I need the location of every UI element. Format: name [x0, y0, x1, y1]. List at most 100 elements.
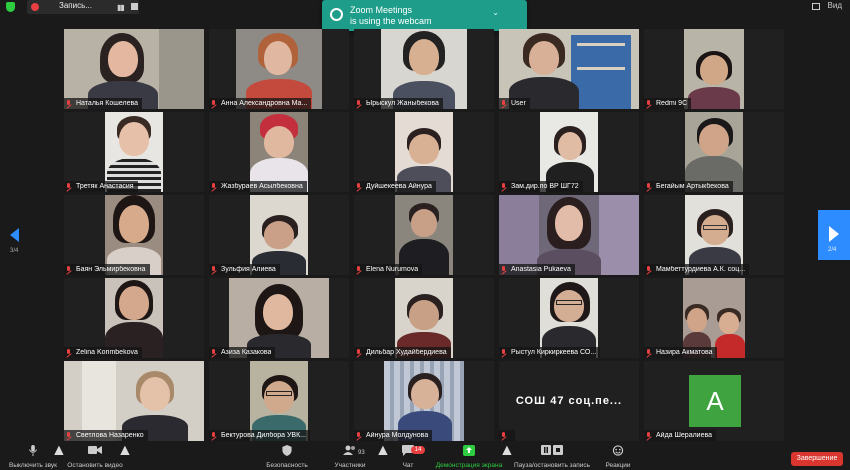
- video-tile[interactable]: Бегайым Артыкбекова: [644, 112, 784, 192]
- video-tile[interactable]: Дуйшекеева Айнура: [354, 112, 494, 192]
- video-tile[interactable]: Светлова Назаренко: [64, 361, 204, 441]
- participant-name: Анна Александровна Ма...: [221, 100, 308, 107]
- participant-name: Бектурова Дилбора УВК...: [221, 432, 306, 439]
- participant-name-bar: Назира Акматова: [644, 347, 717, 358]
- end-meeting-button[interactable]: Завершение: [791, 452, 843, 466]
- mic-muted-icon: [501, 432, 507, 439]
- chevron-left-icon: [10, 228, 19, 242]
- participant-name-bar: Бегайым Артыкбекова: [644, 181, 733, 192]
- stop-icon[interactable]: [131, 3, 138, 10]
- chevron-down-icon[interactable]: ⌄: [492, 8, 499, 17]
- video-tile[interactable]: Жазбураев Асылбековна: [209, 112, 349, 192]
- mic-muted-icon: [66, 100, 72, 107]
- mic-muted-icon: [211, 432, 217, 439]
- participant-name-bar: Анна Александровна Ма...: [209, 98, 312, 109]
- video-tile[interactable]: Наталья Кошелева: [64, 29, 204, 109]
- participant-name: Назира Акматова: [656, 349, 713, 356]
- webcam-notification[interactable]: Zoom Meetings is using the webcam ⌄: [322, 0, 527, 31]
- participant-name-bar: Айнура Молдунова: [354, 430, 433, 441]
- previous-page-number: 3/4: [10, 248, 19, 254]
- shield-icon: [282, 445, 292, 456]
- camera-icon: [88, 446, 102, 454]
- mic-muted-icon: [66, 432, 72, 439]
- participant-name-bar: Дильбар Худайбердиева: [354, 347, 451, 358]
- video-tile[interactable]: Зам.дир.по ВР ШГ72: [499, 112, 639, 192]
- participant-video: [64, 361, 204, 441]
- mic-muted-icon: [646, 266, 652, 273]
- video-tile[interactable]: Назира Акматова: [644, 278, 784, 358]
- end-meeting-label: Завершение: [796, 455, 838, 462]
- video-tile[interactable]: Баян Эльмирбековна: [64, 195, 204, 275]
- video-tile[interactable]: Ырыскул Жаныбекова: [354, 29, 494, 109]
- participant-name-bar: Зам.дир.по ВР ШГ72: [499, 181, 583, 192]
- avatar-letter: A: [706, 386, 724, 416]
- mic-muted-icon: [356, 100, 362, 107]
- mic-muted-icon: [501, 266, 507, 273]
- participant-name-bar: Баян Эльмирбековна: [64, 264, 150, 275]
- participant-name-bar: [499, 430, 515, 441]
- participant-video: [105, 112, 163, 192]
- video-tile[interactable]: Redmi 9C: [644, 29, 784, 109]
- mic-muted-icon: [356, 432, 362, 439]
- video-tile[interactable]: Третяк Анастасия: [64, 112, 204, 192]
- next-page-button[interactable]: 2/4: [818, 210, 850, 260]
- chevron-right-icon: [829, 226, 839, 242]
- video-tile[interactable]: Дильбар Худайбердиева: [354, 278, 494, 358]
- participant-video: [540, 278, 598, 358]
- mic-muted-icon: [356, 183, 362, 190]
- mic-muted-icon: [211, 183, 217, 190]
- video-tile[interactable]: СОШ 47 соц.пе...: [499, 361, 639, 441]
- participant-video: [395, 112, 453, 192]
- chat-label: Чат: [402, 462, 414, 469]
- participant-name: Elena Nurumova: [366, 266, 419, 273]
- participant-name: Наталья Кошелева: [76, 100, 139, 107]
- video-tile[interactable]: User: [499, 29, 639, 109]
- participant-name-bar: Зульфия Алиева: [209, 264, 280, 275]
- caret-up-icon[interactable]: ▲: [117, 442, 133, 470]
- video-tile[interactable]: Anastasia Pukaeva: [499, 195, 639, 275]
- caret-up-icon[interactable]: ▲: [375, 442, 391, 470]
- video-tile[interactable]: Анна Александровна Ма...: [209, 29, 349, 109]
- share-screen-button[interactable]: Демонстрация экрана: [432, 442, 506, 470]
- shield-icon[interactable]: [6, 2, 15, 12]
- pause-icon[interactable]: ▮▮: [117, 3, 125, 12]
- participant-video: [250, 361, 308, 441]
- video-tile[interactable]: A Айда Шералиева: [644, 361, 784, 441]
- participant-name: Жазбураев Асылбековна: [221, 183, 303, 190]
- participant-video: [64, 29, 204, 109]
- pause-recording-button[interactable]: Пауза/остановить запись: [510, 442, 594, 470]
- video-tile[interactable]: Elena Nurumova: [354, 195, 494, 275]
- mic-muted-icon: [66, 183, 72, 190]
- participant-name: Дуйшекеева Айнура: [366, 183, 432, 190]
- participant-name: Азиза Казакова: [221, 349, 272, 356]
- participant-name: User: [511, 100, 526, 107]
- participant-video: [684, 29, 744, 109]
- participant-name: Зульфия Алиева: [221, 266, 276, 273]
- video-tile[interactable]: Бектурова Дилбора УВК...: [209, 361, 349, 441]
- share-screen-icon: [463, 445, 475, 456]
- security-label: Безопасность: [266, 462, 308, 469]
- participant-video: [499, 195, 639, 275]
- participant-name-bar: Redmi 9C: [644, 98, 692, 109]
- participant-display-name: СОШ 47 соц.пе...: [515, 395, 623, 407]
- participant-video: [395, 278, 453, 358]
- participant-name-bar: Anastasia Pukaeva: [499, 264, 575, 275]
- video-tile[interactable]: Зульфия Алиева: [209, 195, 349, 275]
- reactions-button[interactable]: Реакции: [600, 442, 636, 470]
- participant-video: [250, 195, 308, 275]
- view-button[interactable]: Вид: [828, 1, 842, 10]
- participant-name-bar: Zelina Korimbekova: [64, 347, 142, 358]
- participant-video: [229, 278, 329, 358]
- mic-muted-icon: [211, 100, 217, 107]
- video-tile[interactable]: Рыстул Киркиркеева СО...: [499, 278, 639, 358]
- video-tile[interactable]: Zelina Korimbekova: [64, 278, 204, 358]
- participants-button[interactable]: Участники: [330, 442, 370, 470]
- participant-name: Redmi 9C: [656, 100, 688, 107]
- participant-name: Zelina Korimbekova: [76, 349, 138, 356]
- participant-name-bar: Айда Шералиева: [644, 430, 717, 441]
- video-tile[interactable]: Мамбеттурдиева А.К. соц...: [644, 195, 784, 275]
- video-tile[interactable]: Азиза Казакова: [209, 278, 349, 358]
- video-tile[interactable]: Айнура Молдунова: [354, 361, 494, 441]
- previous-page-button[interactable]: 3/4: [4, 222, 26, 262]
- security-button[interactable]: Безопасность: [262, 442, 312, 470]
